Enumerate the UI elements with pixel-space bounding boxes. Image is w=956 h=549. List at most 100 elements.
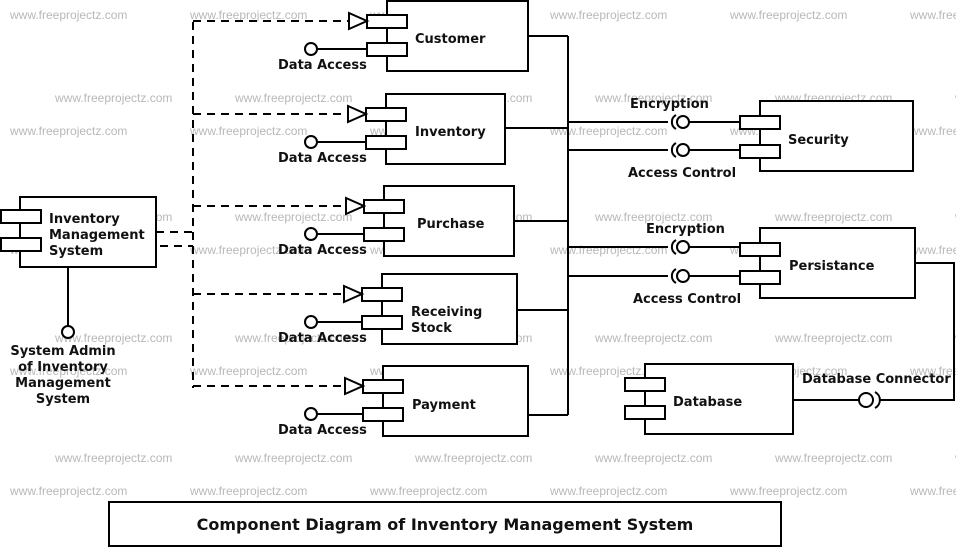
watermark-text: www.freeprojectz.com bbox=[9, 124, 127, 138]
component-port bbox=[361, 315, 403, 330]
module-component-3[interactable]: Purchase bbox=[363, 185, 515, 257]
interface-label: Access Control bbox=[633, 292, 741, 307]
module-label: Payment bbox=[412, 398, 476, 413]
component-port bbox=[739, 144, 781, 159]
watermark-text: www.freeprojectz.com bbox=[594, 451, 712, 465]
module-label: Purchase bbox=[417, 217, 485, 232]
diagram-title: Component Diagram of Inventory Managemen… bbox=[197, 515, 694, 534]
watermark-text: www.freeprojectz.com bbox=[549, 243, 667, 257]
diagram-title-box: Component Diagram of Inventory Managemen… bbox=[108, 501, 782, 547]
service-label: Persistance bbox=[789, 259, 875, 274]
watermark-text: www.freeprojectz.com bbox=[54, 451, 172, 465]
realization-arrow-icon bbox=[344, 376, 366, 396]
watermark-text: www.freeprojectz.com bbox=[729, 8, 847, 22]
component-port bbox=[363, 199, 405, 214]
component-port bbox=[366, 42, 408, 57]
data-access-interface-icon bbox=[304, 42, 318, 56]
module-label: Customer bbox=[415, 32, 486, 47]
watermark-text: www.freeprojectz.com bbox=[189, 8, 307, 22]
realization-arrow-icon bbox=[343, 284, 365, 304]
module-component-5[interactable]: Payment bbox=[362, 365, 529, 437]
watermark-text: www.freeprojectz.com bbox=[189, 484, 307, 498]
component-port bbox=[362, 379, 404, 394]
provided-interface-icon bbox=[676, 115, 690, 129]
system-admin-label-4: System bbox=[36, 392, 90, 407]
required-interface-icon bbox=[670, 142, 677, 158]
module-label: Receiving bbox=[411, 305, 482, 320]
database-connector-provided-icon bbox=[858, 392, 874, 408]
watermark-text: www.freeprojectz.com bbox=[909, 124, 956, 138]
module-component-2[interactable]: Inventory bbox=[365, 93, 506, 165]
main-component[interactable]: Inventory Management System bbox=[0, 196, 157, 268]
watermark-text: www.freeprojectz.com bbox=[189, 124, 307, 138]
interface-label: Access Control bbox=[628, 166, 736, 181]
interface-label: Encryption bbox=[646, 222, 725, 237]
watermark-text: www.freeprojectz.com bbox=[189, 364, 307, 378]
component-port bbox=[0, 209, 42, 224]
component-port bbox=[365, 107, 407, 122]
data-access-label: Data Access bbox=[278, 151, 367, 166]
data-access-interface-icon bbox=[304, 407, 318, 421]
component-port bbox=[361, 287, 403, 302]
watermark-text: www.freeprojectz.com bbox=[9, 484, 127, 498]
module-component-1[interactable]: Customer bbox=[366, 0, 529, 72]
watermark-text: www.freeprojectz.com bbox=[234, 210, 352, 224]
watermark-text: www.freeprojectz.com bbox=[909, 8, 956, 22]
system-admin-label-3: Management bbox=[15, 376, 111, 391]
database-label: Database bbox=[673, 395, 742, 410]
watermark-text: www.freeprojectz.com bbox=[234, 451, 352, 465]
main-component-label-1: Inventory bbox=[49, 212, 120, 227]
watermark-text: www.freeprojectz.com bbox=[549, 8, 667, 22]
watermark-text: www.freeprojectz.com bbox=[729, 484, 847, 498]
module-label: Inventory bbox=[415, 125, 486, 140]
system-admin-interface-icon bbox=[61, 325, 75, 339]
data-access-interface-icon bbox=[304, 315, 318, 329]
watermark-text: www.freeprojectz.com bbox=[594, 331, 712, 345]
database-component[interactable]: Database bbox=[624, 363, 794, 435]
component-diagram: www.freeprojectz.com www.freeprojectz.com… bbox=[0, 0, 956, 549]
watermark-text: www.freeprojectz.com bbox=[774, 331, 892, 345]
provided-interface-icon bbox=[676, 240, 690, 254]
watermark-text: www.freeprojectz.com bbox=[549, 484, 667, 498]
watermark-text: www.freeprojectz.com bbox=[909, 243, 956, 257]
realization-arrow-icon bbox=[347, 104, 369, 124]
component-port bbox=[363, 227, 405, 242]
watermark-text: www.freeprojectz.com bbox=[9, 8, 127, 22]
system-admin-label-1: System Admin bbox=[10, 344, 115, 359]
watermark-text: www.freeprojectz.com bbox=[369, 484, 487, 498]
required-interface-icon bbox=[670, 239, 677, 255]
data-access-interface-icon bbox=[304, 135, 318, 149]
module-label: Stock bbox=[411, 321, 452, 336]
data-access-interface-icon bbox=[304, 227, 318, 241]
main-component-label-3: System bbox=[49, 244, 103, 259]
component-port bbox=[362, 407, 404, 422]
database-connector-required-icon bbox=[874, 391, 881, 409]
realization-arrow-icon bbox=[348, 11, 370, 31]
data-access-label: Data Access bbox=[278, 58, 367, 73]
component-port bbox=[624, 377, 666, 392]
required-interface-icon bbox=[670, 114, 677, 130]
component-port bbox=[624, 405, 666, 420]
required-interface-icon bbox=[670, 268, 677, 284]
component-port bbox=[366, 14, 408, 29]
component-port bbox=[739, 242, 781, 257]
data-access-label: Data Access bbox=[278, 423, 367, 438]
watermark-text: www.freeprojectz.com bbox=[549, 124, 667, 138]
watermark-text: www.freeprojectz.com bbox=[54, 91, 172, 105]
component-port bbox=[365, 135, 407, 150]
data-access-label: Data Access bbox=[278, 243, 367, 258]
watermark-text: www.freeprojectz.com bbox=[414, 451, 532, 465]
realization-arrow-icon bbox=[345, 196, 367, 216]
component-port bbox=[0, 237, 42, 252]
main-component-label-2: Management bbox=[49, 228, 145, 243]
provided-interface-icon bbox=[676, 269, 690, 283]
system-admin-label-2: of Inventory bbox=[18, 360, 108, 375]
component-port bbox=[739, 115, 781, 130]
service-label: Security bbox=[788, 133, 849, 148]
watermark-text: www.freeprojectz.com bbox=[774, 451, 892, 465]
module-component-4[interactable]: ReceivingStock bbox=[361, 273, 518, 345]
watermark-text: www.freeprojectz.com bbox=[234, 91, 352, 105]
database-connector-label: Database Connector bbox=[802, 372, 951, 387]
service-component-persistance[interactable]: Persistance bbox=[739, 227, 916, 299]
service-component-security[interactable]: Security bbox=[739, 100, 914, 172]
